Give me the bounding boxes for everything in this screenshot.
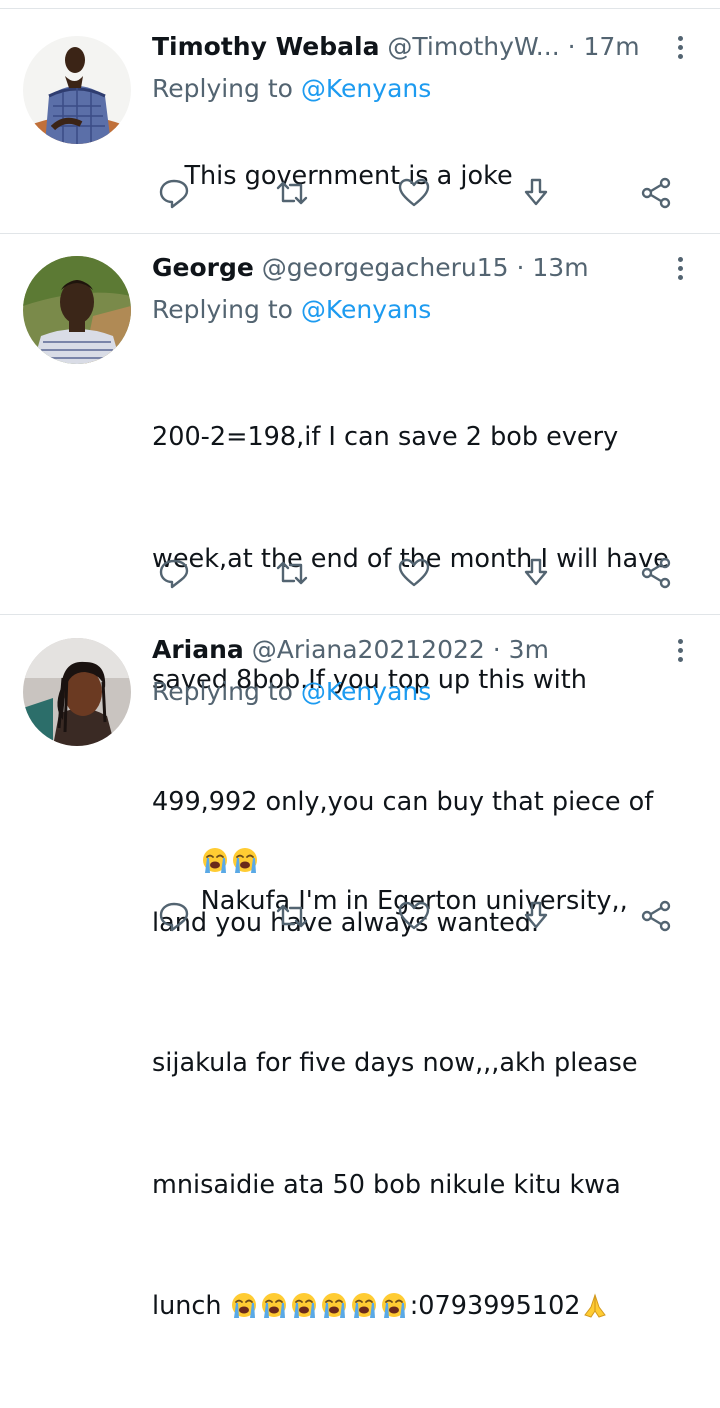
timestamp[interactable]: 3m <box>509 635 549 664</box>
tweet-text-line-1: Nakufa I'm in Egerton university,, <box>152 800 692 962</box>
tweet-actions <box>0 898 720 934</box>
avatar[interactable] <box>23 36 131 144</box>
mention-link[interactable]: @Kenyans <box>301 74 431 103</box>
retweet-icon[interactable] <box>274 555 310 591</box>
loudly-crying-face-emoji <box>380 1291 408 1319</box>
separator-dot: · <box>567 32 576 61</box>
replying-to-line: Replying to @Kenyans <box>152 676 431 708</box>
like-icon[interactable] <box>396 555 432 591</box>
replying-to-line: Replying to @Kenyans <box>152 294 431 326</box>
user-handle[interactable]: @Ariana20212022 <box>252 635 485 664</box>
replying-prefix: Replying to <box>152 677 293 706</box>
mention-link[interactable]: @Kenyans <box>301 295 431 324</box>
timestamp[interactable]: 17m <box>584 32 640 61</box>
share-icon[interactable] <box>638 555 674 591</box>
separator-dot: · <box>492 635 501 664</box>
tweet-reply-ariana[interactable]: Ariana @Ariana20212022 · 3m Replying to … <box>0 615 720 1321</box>
loudly-crying-face-emoji <box>230 1291 258 1319</box>
loudly-crying-face-emoji <box>231 846 259 874</box>
tweet-reply-george[interactable]: George @georgegacheru15 · 13m Replying t… <box>0 234 720 938</box>
more-options-icon[interactable] <box>678 257 684 283</box>
tweet-text-segment: lunch <box>152 1291 222 1321</box>
folded-hands-emoji <box>581 1291 609 1319</box>
tweet-text-line-2: sijakula for five days now,,,akh please <box>152 1048 638 1078</box>
phone-number: :0793995102 <box>409 1291 581 1321</box>
replying-prefix: Replying to <box>152 295 293 324</box>
tweet-reply-timothy[interactable]: Timothy Webala @TimothyW... · 17m Replyi… <box>0 12 720 234</box>
top-divider <box>0 0 720 9</box>
display-name[interactable]: Timothy Webala <box>152 32 379 61</box>
loudly-crying-face-emoji <box>201 846 229 874</box>
tweet-actions <box>0 175 720 211</box>
loudly-crying-face-emoji <box>350 1291 378 1319</box>
download-icon[interactable] <box>518 555 554 591</box>
tweet-header: Ariana @Ariana20212022 · 3m <box>152 634 662 666</box>
tweet-actions <box>0 555 720 591</box>
like-icon[interactable] <box>396 175 432 211</box>
user-handle[interactable]: @TimothyW... <box>387 32 559 61</box>
avatar[interactable] <box>23 638 131 746</box>
share-icon[interactable] <box>638 175 674 211</box>
timestamp[interactable]: 13m <box>532 253 588 282</box>
retweet-icon[interactable] <box>274 898 310 934</box>
download-icon[interactable] <box>518 898 554 934</box>
retweet-icon[interactable] <box>274 175 310 211</box>
display-name[interactable]: Ariana <box>152 635 244 664</box>
loudly-crying-face-emoji <box>290 1291 318 1319</box>
tweet-text-line-4: lunch :0793995102 <box>152 1286 692 1327</box>
tweet-text-line: 200-2=198,if I can save 2 bob every <box>152 422 619 452</box>
loudly-crying-face-emoji <box>320 1291 348 1319</box>
replying-to-line: Replying to @Kenyans <box>152 73 431 105</box>
reply-icon[interactable] <box>156 898 192 934</box>
more-options-icon[interactable] <box>678 639 684 665</box>
tweet-header: George @georgegacheru15 · 13m <box>152 252 662 284</box>
separator-dot: · <box>516 253 525 282</box>
avatar[interactable] <box>23 256 131 364</box>
loudly-crying-face-emoji <box>260 1291 288 1319</box>
tweet-text-line-3: mnisaidie ata 50 bob nikule kitu kwa <box>152 1169 621 1200</box>
tweet-header: Timothy Webala @TimothyW... · 17m <box>152 31 662 63</box>
reply-icon[interactable] <box>156 175 192 211</box>
user-handle[interactable]: @georgegacheru15 <box>262 253 509 282</box>
share-icon[interactable] <box>638 898 674 934</box>
like-icon[interactable] <box>396 898 432 934</box>
download-icon[interactable] <box>518 175 554 211</box>
tweet-text: Nakufa I'm in Egerton university,, sijak… <box>152 719 692 1408</box>
display-name[interactable]: George <box>152 253 254 282</box>
mention-link[interactable]: @Kenyans <box>301 677 431 706</box>
reply-icon[interactable] <box>156 555 192 591</box>
replying-prefix: Replying to <box>152 74 293 103</box>
more-options-icon[interactable] <box>678 36 684 62</box>
